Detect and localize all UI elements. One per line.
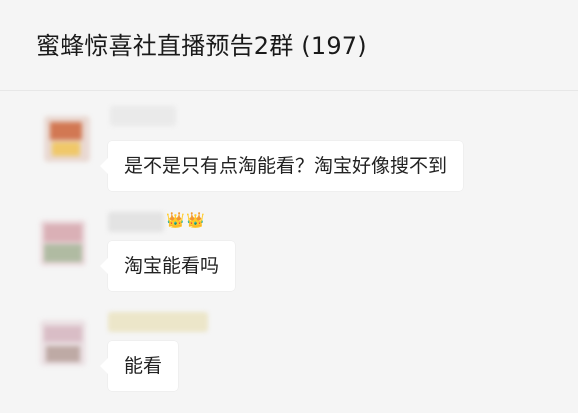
sender-name xyxy=(108,312,208,332)
sender-name xyxy=(110,106,176,126)
crown-icon: 👑 xyxy=(186,211,205,229)
crown-icon: 👑 xyxy=(166,211,185,229)
avatar[interactable] xyxy=(44,116,90,162)
message-bubble: 淘宝能看吗 xyxy=(99,241,236,291)
chat-title: 蜜蜂惊喜社直播预告2群 (197) xyxy=(36,32,367,60)
avatar[interactable] xyxy=(40,320,86,366)
message-text: 淘宝能看吗 xyxy=(124,255,220,277)
message-bubble: 是不是只有点淘能看？淘宝好像搜不到 xyxy=(99,141,464,191)
message-bubble: 能看 xyxy=(99,341,179,391)
message-text: 能看 xyxy=(124,355,163,377)
avatar[interactable] xyxy=(40,220,86,266)
chat-header: 蜜蜂惊喜社直播预告2群 (197) xyxy=(0,0,578,91)
message-text: 是不是只有点淘能看？淘宝好像搜不到 xyxy=(124,155,448,177)
sender-name xyxy=(108,212,164,232)
